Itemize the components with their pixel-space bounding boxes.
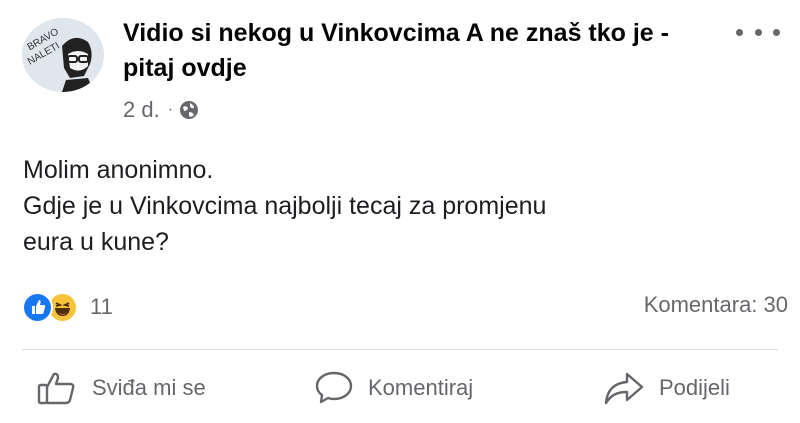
actions-divider bbox=[22, 349, 778, 350]
globe-icon bbox=[180, 101, 199, 119]
post-text-line: Molim anonimno. bbox=[23, 156, 214, 184]
share-arrow-icon bbox=[604, 372, 644, 405]
reaction-count: 11 bbox=[90, 294, 113, 319]
post-text: Molim anonimno. Gdje je u Vinkovcima naj… bbox=[23, 152, 783, 260]
post-text-line: Gdje je u Vinkovcima najbolji tecaj za p… bbox=[23, 192, 547, 220]
more-options-button[interactable] bbox=[736, 18, 780, 46]
thumbs-up-icon bbox=[37, 372, 75, 405]
comment-label: Komentiraj bbox=[368, 375, 474, 400]
avatar-illustration: BRAVO NALETI bbox=[22, 18, 104, 92]
group-name-link[interactable]: Vidio si nekog u Vinkovcima A ne znaš tk… bbox=[123, 16, 723, 86]
like-reaction-icon bbox=[22, 291, 53, 323]
comment-button[interactable]: Komentiraj bbox=[314, 368, 473, 408]
comment-bubble-icon bbox=[315, 371, 353, 404]
group-avatar[interactable]: BRAVO NALETI bbox=[22, 18, 104, 92]
post-meta: 2 d. · bbox=[123, 96, 199, 124]
like-label: Sviđa mi se bbox=[92, 375, 206, 400]
more-dot-icon bbox=[754, 28, 762, 36]
reactions-summary[interactable]: 11 bbox=[22, 290, 113, 324]
share-button[interactable]: Podijeli bbox=[603, 368, 730, 408]
post-text-line: eura u kune? bbox=[23, 228, 169, 256]
comment-count-link[interactable]: Komentara: 30 bbox=[644, 292, 788, 318]
share-label: Podijeli bbox=[659, 375, 730, 400]
meta-separator: · bbox=[167, 101, 174, 118]
like-button[interactable]: Sviđa mi se bbox=[36, 368, 206, 408]
post-timestamp[interactable]: 2 d. bbox=[123, 97, 160, 123]
more-dot-icon bbox=[736, 28, 743, 36]
more-dot-icon bbox=[773, 28, 780, 36]
